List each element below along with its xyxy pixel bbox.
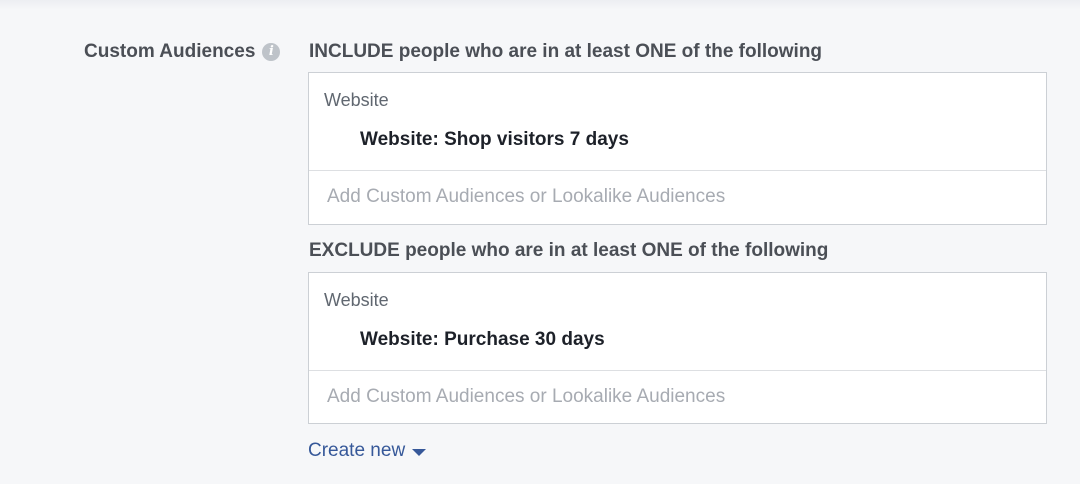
create-new-label: Create new	[308, 440, 406, 461]
exclude-selected-audience[interactable]: Website: Purchase 30 days	[360, 329, 605, 351]
exclude-audience-search-input[interactable]	[309, 371, 1046, 423]
custom-audiences-label-text: Custom Audiences	[84, 41, 256, 62]
include-audience-search-input[interactable]	[309, 171, 1046, 223]
include-selected-audience[interactable]: Website: Shop visitors 7 days	[360, 129, 629, 151]
include-heading: INCLUDE people who are in at least ONE o…	[309, 41, 823, 62]
custom-audiences-label: Custom Audiences i	[84, 41, 281, 63]
create-new-button[interactable]: Create new	[308, 440, 427, 462]
top-edge-shadow	[0, 0, 1080, 10]
exclude-selected-area: Website Website: Purchase 30 days	[309, 273, 1046, 371]
include-group-label: Website	[324, 90, 389, 110]
include-selected-area: Website Website: Shop visitors 7 days	[309, 73, 1046, 171]
exclude-group-label: Website	[324, 290, 389, 310]
caret-down-icon	[412, 448, 427, 456]
include-audience-box: Website Website: Shop visitors 7 days	[308, 72, 1047, 225]
exclude-audience-box: Website Website: Purchase 30 days	[308, 272, 1047, 424]
exclude-heading: EXCLUDE people who are in at least ONE o…	[309, 240, 829, 261]
info-icon[interactable]: i	[262, 43, 281, 61]
